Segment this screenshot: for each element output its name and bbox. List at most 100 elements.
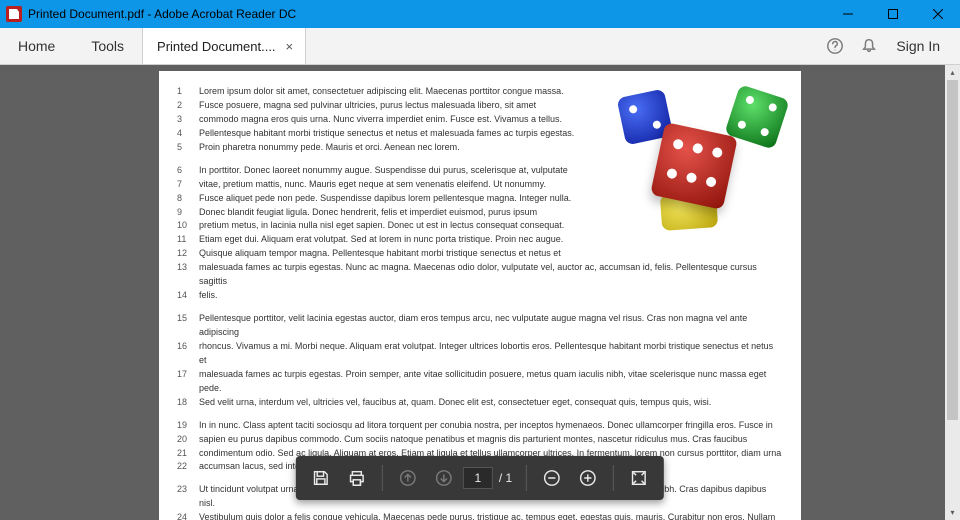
text-line: 13malesuada fames ac turpis egestas. Nun… [177,261,783,289]
line-number: 17 [177,368,199,396]
text-line: 9Donec blandit feugiat ligula. Donec hen… [177,206,783,220]
viewer-gutter-left [0,65,159,520]
line-number: 8 [177,192,199,206]
toolbar-separator [526,465,527,491]
zoom-in-icon [579,469,597,487]
scroll-down-button[interactable]: ▾ [945,505,960,520]
line-text: In porttitor. Donec laoreet nonummy augu… [199,164,783,178]
text-line: 18Sed velit urna, interdum vel, ultricie… [177,396,783,410]
text-line: 17malesuada fames ac turpis egestas. Pro… [177,368,783,396]
close-icon [933,9,943,19]
print-button[interactable] [340,461,374,495]
line-text: Donec blandit feugiat ligula. Donec hend… [199,206,783,220]
help-button[interactable] [818,28,852,64]
line-number: 12 [177,247,199,261]
text-line: 24Vestibulum quis dolor a felis congue v… [177,511,783,520]
line-text: pretium metus, in lacinia nulla nisl ege… [199,219,783,233]
text-line: 20sapien eu purus dapibus commodo. Cum s… [177,433,783,447]
line-number: 9 [177,206,199,220]
line-number: 5 [177,141,199,155]
sign-in-link[interactable]: Sign In [886,28,960,64]
document-tab-label: Printed Document.... [157,39,276,54]
line-number: 24 [177,511,199,520]
document-tab[interactable]: Printed Document.... × [142,28,306,64]
vertical-scrollbar[interactable]: ▴ ▾ [945,65,960,520]
line-text: Etiam eget dui. Aliquam erat volutpat. S… [199,233,783,247]
line-number: 18 [177,396,199,410]
line-number: 3 [177,113,199,127]
line-text: Pellentesque habitant morbi tristique se… [199,127,783,141]
text-line: 3commodo magna eros quis urna. Nunc vive… [177,113,783,127]
line-text: Quisque aliquam tempor magna. Pellentesq… [199,247,783,261]
notifications-button[interactable] [852,28,886,64]
line-text: rhoncus. Vivamus a mi. Morbi neque. Aliq… [199,340,783,368]
window-close-button[interactable] [915,0,960,28]
page-number-input[interactable] [463,467,493,489]
document-viewer: 1Lorem ipsum dolor sit amet, consectetue… [0,65,960,520]
prev-page-button[interactable] [391,461,425,495]
home-link[interactable]: Home [0,28,73,64]
window-maximize-button[interactable] [870,0,915,28]
text-line: 8Fusce aliquet pede non pede. Suspendiss… [177,192,783,206]
tab-close-button[interactable]: × [286,39,294,54]
window-title: Printed Document.pdf - Adobe Acrobat Rea… [28,7,296,21]
document-page: 1Lorem ipsum dolor sit amet, consectetue… [159,71,801,520]
line-text: vitae, pretium mattis, nunc. Mauris eget… [199,178,783,192]
page-area: 1Lorem ipsum dolor sit amet, consectetue… [159,65,801,520]
help-icon [826,37,844,55]
fit-page-button[interactable] [622,461,656,495]
line-number: 11 [177,233,199,247]
text-line: 7vitae, pretium mattis, nunc. Mauris ege… [177,178,783,192]
arrow-down-icon [435,469,453,487]
line-number: 19 [177,419,199,433]
text-line: 10pretium metus, in lacinia nulla nisl e… [177,219,783,233]
line-number: 14 [177,289,199,303]
scroll-up-button[interactable]: ▴ [945,65,960,80]
viewer-gutter-right [801,65,960,520]
text-line: 4Pellentesque habitant morbi tristique s… [177,127,783,141]
window-titlebar: Printed Document.pdf - Adobe Acrobat Rea… [0,0,960,28]
tools-link[interactable]: Tools [73,28,142,64]
scroll-thumb[interactable] [947,80,958,420]
save-icon [312,469,330,487]
line-number: 16 [177,340,199,368]
app-toolbar: Home Tools Printed Document.... × Sign I… [0,28,960,65]
text-line: 19In in nunc. Class aptent taciti socios… [177,419,783,433]
line-number: 20 [177,433,199,447]
text-line: 6In porttitor. Donec laoreet nonummy aug… [177,164,783,178]
text-line: 15Pellentesque porttitor, velit lacinia … [177,312,783,340]
window-minimize-button[interactable] [825,0,870,28]
line-text: Proin pharetra nonummy pede. Mauris et o… [199,141,783,155]
text-line: 2Fusce posuere, magna sed pulvinar ultri… [177,99,783,113]
line-text: sapien eu purus dapibus commodo. Cum soc… [199,433,783,447]
app-icon [6,6,22,22]
bell-icon [860,37,878,55]
line-text: felis. [199,289,783,303]
text-line: 12Quisque aliquam tempor magna. Pellente… [177,247,783,261]
save-button[interactable] [304,461,338,495]
zoom-out-button[interactable] [535,461,569,495]
text-line: 14felis. [177,289,783,303]
toolbar-separator [382,465,383,491]
text-line: 5Proin pharetra nonummy pede. Mauris et … [177,141,783,155]
page-total-label: / 1 [495,471,518,485]
line-number: 2 [177,99,199,113]
line-number: 22 [177,460,199,474]
fit-page-icon [630,469,648,487]
toolbar-separator [613,465,614,491]
document-text: 1Lorem ipsum dolor sit amet, consectetue… [177,85,783,520]
line-text: Fusce aliquet pede non pede. Suspendisse… [199,192,783,206]
line-number: 15 [177,312,199,340]
line-number: 10 [177,219,199,233]
zoom-out-icon [543,469,561,487]
next-page-button[interactable] [427,461,461,495]
line-number: 4 [177,127,199,141]
zoom-in-button[interactable] [571,461,605,495]
maximize-icon [888,9,898,19]
text-line: 11Etiam eget dui. Aliquam erat volutpat.… [177,233,783,247]
text-line: 1Lorem ipsum dolor sit amet, consectetue… [177,85,783,99]
line-text: commodo magna eros quis urna. Nunc viver… [199,113,783,127]
minimize-icon [843,9,853,19]
print-icon [348,469,366,487]
line-text: Vestibulum quis dolor a felis congue veh… [199,511,783,520]
